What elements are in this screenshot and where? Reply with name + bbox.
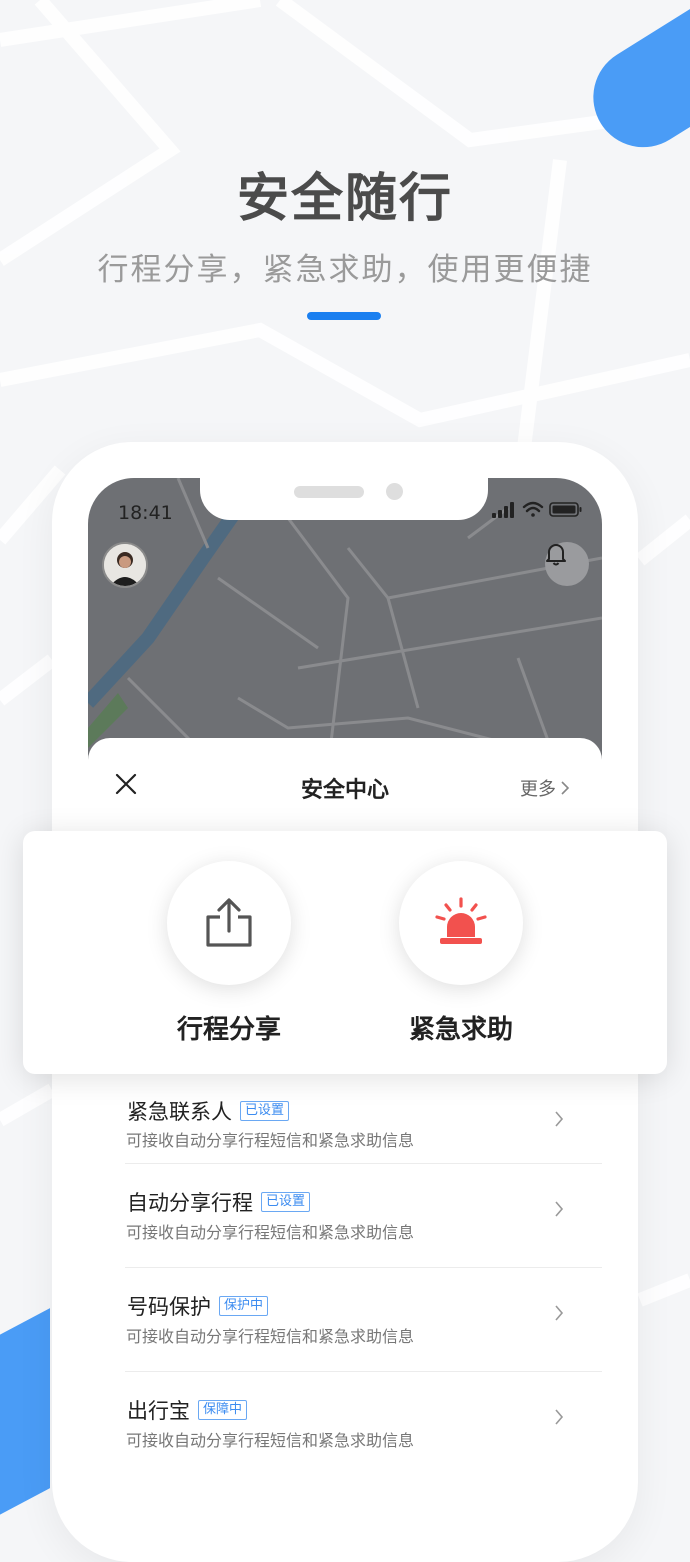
more-label: 更多	[520, 779, 556, 800]
share-trip-label: 行程分享	[176, 1015, 281, 1045]
item-title: 出行宝	[127, 1399, 190, 1423]
emergency-help-button[interactable]: 紧急求助	[399, 861, 523, 1045]
status-time: 18:41	[118, 502, 173, 524]
chevron-right-icon	[555, 1409, 564, 1425]
status-badge: 保护中	[219, 1296, 269, 1316]
chevron-right-icon	[555, 1305, 564, 1321]
phone-notch	[200, 478, 488, 520]
quick-actions-card: 行程分享 紧急求助	[23, 831, 667, 1074]
battery-icon	[549, 502, 582, 517]
more-link[interactable]: 更多	[520, 775, 570, 801]
title-underline	[307, 312, 381, 320]
list-item-number-protection[interactable]: 号码保护 保护中 可接收自动分享行程短信和紧急求助信息	[88, 1268, 602, 1372]
page-subtitle: 行程分享，紧急求助，使用更便捷	[97, 252, 593, 288]
bell-icon	[546, 544, 566, 566]
user-avatar[interactable]	[102, 542, 148, 588]
list-item-emergency-contacts[interactable]: 紧急联系人 已设置 可接收自动分享行程短信和紧急求助信息	[88, 1074, 602, 1164]
wifi-icon	[522, 501, 544, 517]
emergency-help-label: 紧急求助	[408, 1015, 513, 1045]
signal-icon	[492, 502, 514, 518]
item-title: 号码保护	[127, 1295, 211, 1319]
status-badge: 保障中	[198, 1400, 248, 1420]
list-item-travel-insurance[interactable]: 出行宝 保障中 可接收自动分享行程短信和紧急求助信息	[88, 1372, 602, 1476]
list-item-auto-share-trip[interactable]: 自动分享行程 已设置 可接收自动分享行程短信和紧急求助信息	[88, 1164, 602, 1268]
share-trip-circle[interactable]	[167, 861, 291, 985]
item-description: 可接收自动分享行程短信和紧急求助信息	[126, 1327, 415, 1346]
share-icon	[206, 898, 252, 947]
notification-button[interactable]	[545, 542, 589, 586]
item-title: 自动分享行程	[127, 1191, 253, 1215]
page-title: 安全随行	[236, 169, 453, 229]
item-description: 可接收自动分享行程短信和紧急求助信息	[126, 1431, 415, 1450]
speaker	[294, 486, 364, 498]
status-icons	[492, 501, 582, 518]
status-badge: 已设置	[240, 1101, 290, 1121]
alarm-icon	[435, 897, 487, 944]
camera	[386, 483, 403, 500]
share-trip-button[interactable]: 行程分享	[167, 861, 291, 1045]
chevron-right-icon	[555, 1201, 564, 1217]
safety-settings-list: 紧急联系人 已设置 可接收自动分享行程短信和紧急求助信息 自动分享行程 已设置 …	[88, 1074, 602, 1476]
chevron-right-icon	[555, 1111, 564, 1127]
emergency-help-circle[interactable]	[399, 861, 523, 985]
item-title: 紧急联系人	[127, 1100, 232, 1124]
decorative-blob	[0, 1308, 50, 1552]
item-description: 可接收自动分享行程短信和紧急求助信息	[126, 1223, 415, 1242]
status-badge: 已设置	[261, 1192, 311, 1212]
chevron-right-icon	[561, 781, 570, 795]
item-description: 可接收自动分享行程短信和紧急求助信息	[126, 1131, 415, 1150]
